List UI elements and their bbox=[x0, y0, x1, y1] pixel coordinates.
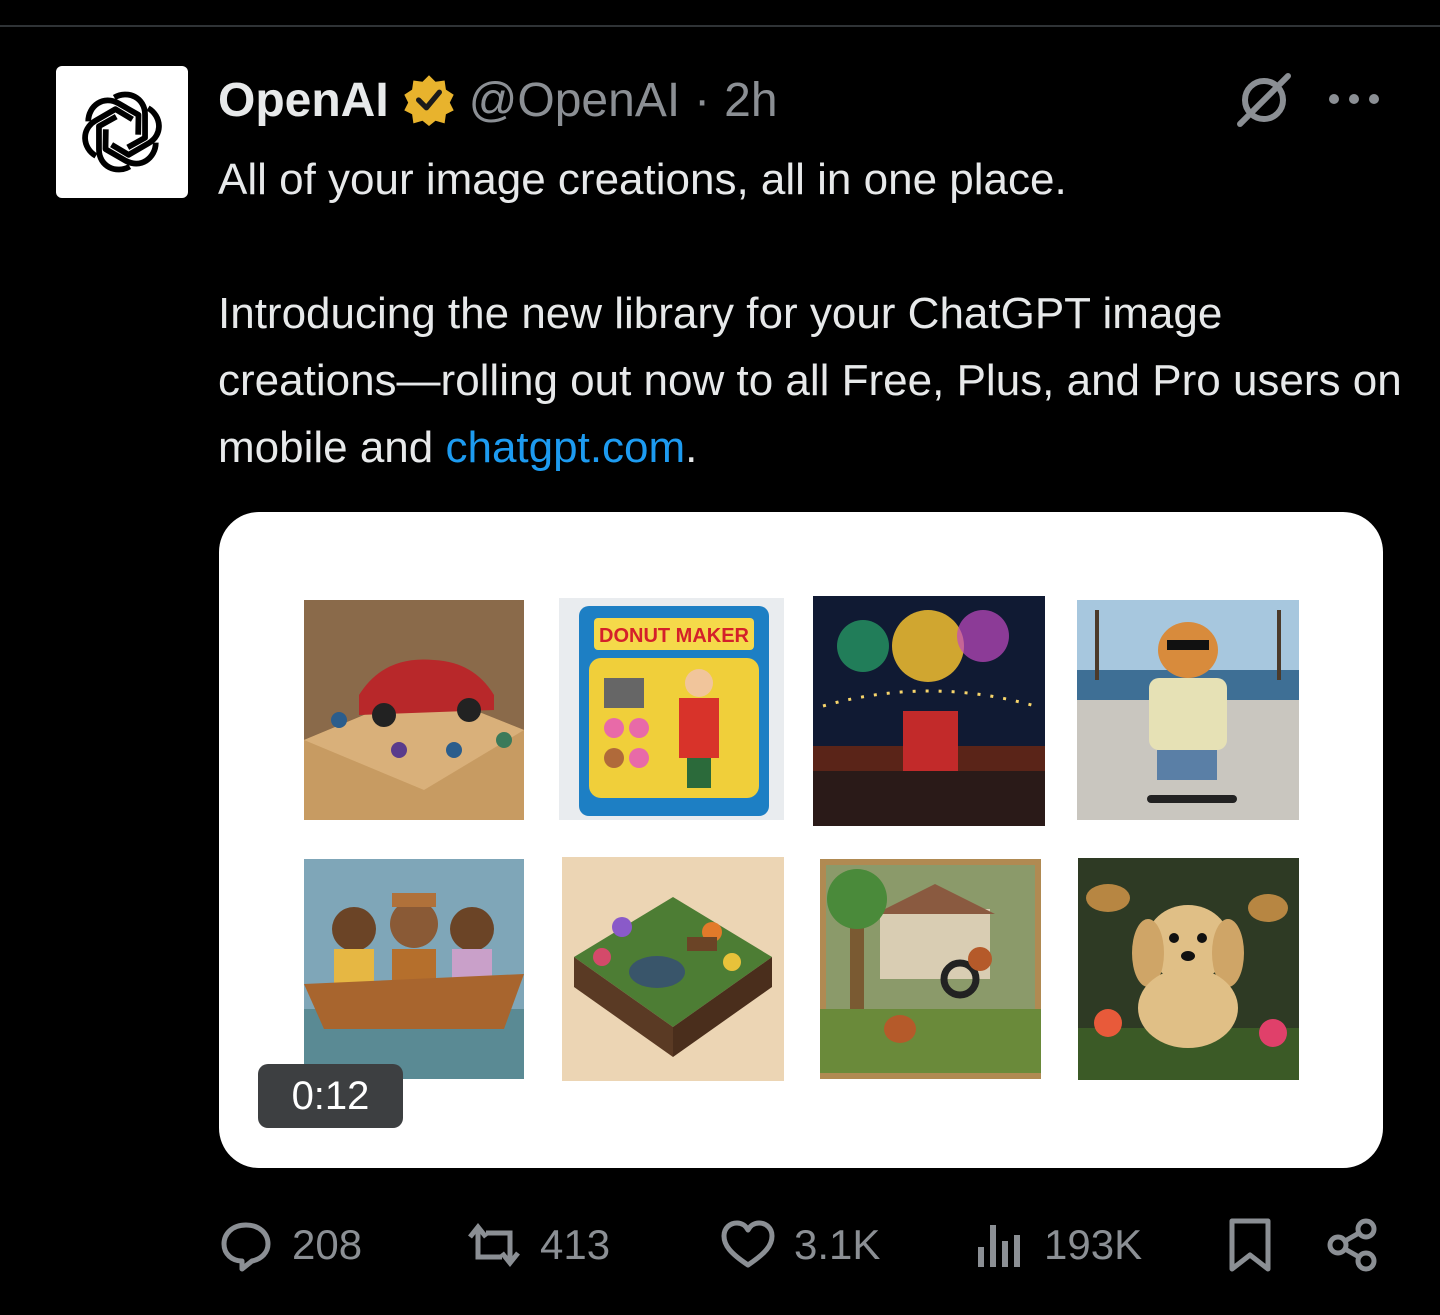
views-icon bbox=[978, 1225, 1020, 1267]
svg-text:DONUT MAKER: DONUT MAKER bbox=[599, 625, 750, 647]
tweet-punctuation: . bbox=[685, 423, 698, 472]
thumb-puppy-figurine bbox=[1078, 858, 1299, 1080]
timestamp[interactable]: 2h bbox=[724, 73, 777, 128]
tweet-body: Introducing the new library for your Cha… bbox=[218, 289, 1414, 472]
thumb-family-boat bbox=[304, 859, 524, 1079]
display-name[interactable]: OpenAI bbox=[218, 73, 389, 128]
share-button[interactable] bbox=[1324, 1210, 1380, 1280]
reply-icon bbox=[221, 1222, 271, 1272]
handle[interactable]: @OpenAI bbox=[469, 73, 681, 128]
like-button[interactable]: 3.1K bbox=[720, 1210, 880, 1280]
tweet-header: OpenAI @OpenAI · 2h bbox=[218, 70, 778, 130]
thumb-cat-skateboard bbox=[1077, 600, 1299, 820]
thumb-squirrel-diorama bbox=[820, 859, 1041, 1079]
divider bbox=[0, 25, 1440, 27]
view-count: 193K bbox=[1044, 1221, 1143, 1268]
verified-badge-icon bbox=[403, 75, 454, 126]
like-icon bbox=[721, 1220, 775, 1268]
share-icon bbox=[1327, 1218, 1377, 1272]
views-button[interactable]: 193K bbox=[970, 1210, 1142, 1280]
like-count: 3.1K bbox=[794, 1221, 881, 1268]
video-duration: 0:12 bbox=[258, 1064, 403, 1128]
tweet-line-1: All of your image creations, all in one … bbox=[218, 155, 1067, 204]
tweet-link[interactable]: chatgpt.com bbox=[445, 423, 685, 472]
openai-logo-icon bbox=[74, 84, 170, 180]
more-icon[interactable] bbox=[1326, 84, 1382, 114]
repost-count: 413 bbox=[540, 1221, 611, 1268]
repost-button[interactable]: 413 bbox=[466, 1210, 610, 1280]
thumb-car-miniature bbox=[304, 600, 524, 820]
bookmark-icon bbox=[1229, 1218, 1271, 1272]
separator: · bbox=[694, 73, 711, 127]
grok-icon[interactable] bbox=[1234, 70, 1294, 130]
reply-count: 208 bbox=[292, 1221, 363, 1268]
thumb-donut-maker: DONUT MAKER bbox=[559, 598, 784, 820]
thumb-garden-diorama bbox=[562, 857, 784, 1081]
bookmark-button[interactable] bbox=[1222, 1210, 1278, 1280]
action-bar: 208 413 3.1K 193K bbox=[0, 1210, 1440, 1280]
reply-button[interactable]: 208 bbox=[218, 1210, 362, 1280]
tweet-text: All of your image creations, all in one … bbox=[218, 146, 1408, 481]
avatar[interactable] bbox=[56, 66, 188, 198]
repost-icon bbox=[468, 1222, 520, 1268]
thumb-fireworks-festival bbox=[813, 596, 1045, 826]
